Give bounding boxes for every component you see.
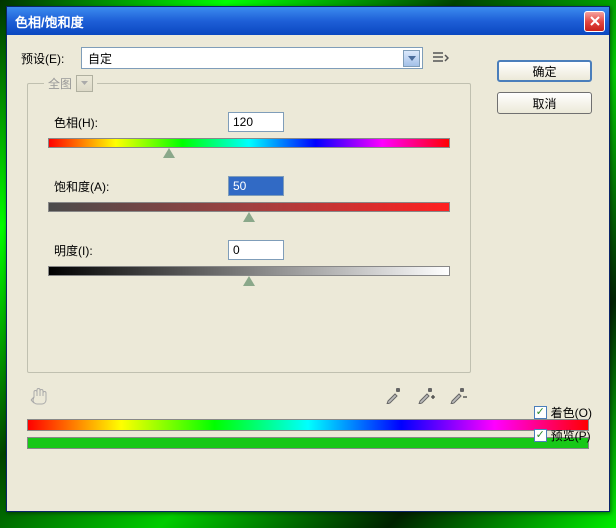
preset-value: 自定: [88, 50, 112, 67]
titlebar[interactable]: 色相/饱和度: [7, 7, 609, 35]
hand-tool-icon[interactable]: [27, 383, 55, 407]
checkbox-group: ✓ 着色(O) ✓ 预览(P): [534, 404, 592, 444]
lightness-row: 明度(I):: [48, 240, 450, 260]
eyedropper-subtract-icon[interactable]: [445, 384, 471, 406]
dialog-body: 预设(E): 自定 确定 取消 全图 色相(H):: [7, 35, 609, 459]
eyedropper-add-icon[interactable]: [413, 384, 439, 406]
lightness-slider[interactable]: [48, 266, 450, 276]
hue-saturation-dialog: 色相/饱和度 预设(E): 自定 确定 取消 全图: [6, 6, 610, 512]
dialog-title: 色相/饱和度: [15, 12, 84, 31]
ok-button[interactable]: 确定: [497, 60, 592, 82]
close-button[interactable]: [584, 11, 605, 32]
tools-row: [27, 383, 471, 407]
preview-strip-group: [27, 419, 589, 449]
result-bar: [27, 437, 589, 449]
colorize-checkbox[interactable]: ✓ 着色(O): [534, 404, 592, 421]
lightness-input[interactable]: [228, 240, 284, 260]
eyedropper-group: [381, 384, 471, 406]
hue-slider[interactable]: [48, 138, 450, 148]
saturation-track: [48, 202, 450, 212]
close-icon: [590, 16, 600, 26]
preset-label: 预设(E):: [21, 50, 73, 67]
checkbox-icon: ✓: [534, 406, 547, 419]
channel-label: 全图: [48, 75, 72, 92]
lightness-track: [48, 266, 450, 276]
hue-input[interactable]: [228, 112, 284, 132]
lightness-thumb[interactable]: [243, 276, 255, 286]
preview-checkbox[interactable]: ✓ 预览(P): [534, 427, 592, 444]
saturation-label: 饱和度(A):: [48, 178, 228, 195]
saturation-row: 饱和度(A):: [48, 176, 450, 196]
chevron-down-icon: [76, 75, 93, 92]
saturation-slider[interactable]: [48, 202, 450, 212]
colorize-label: 着色(O): [551, 404, 592, 421]
cancel-button[interactable]: 取消: [497, 92, 592, 114]
button-column: 确定 取消: [497, 60, 592, 114]
preview-label: 预览(P): [551, 427, 591, 444]
preset-dropdown[interactable]: 自定: [81, 47, 423, 69]
checkbox-icon: ✓: [534, 429, 547, 442]
sliders-group: 全图 色相(H): 饱和度(A): 明度: [27, 83, 471, 373]
preset-menu-icon[interactable]: [431, 48, 451, 68]
saturation-thumb[interactable]: [243, 212, 255, 222]
hue-thumb[interactable]: [163, 148, 175, 158]
hue-track: [48, 138, 450, 148]
dropdown-arrow-icon[interactable]: [403, 50, 420, 67]
hue-label: 色相(H):: [48, 114, 228, 131]
saturation-input[interactable]: [228, 176, 284, 196]
lightness-label: 明度(I):: [48, 242, 228, 259]
hue-row: 色相(H):: [48, 112, 450, 132]
spectrum-bar: [27, 419, 589, 431]
eyedropper-icon[interactable]: [381, 384, 407, 406]
channel-dropdown: 全图: [44, 72, 97, 94]
